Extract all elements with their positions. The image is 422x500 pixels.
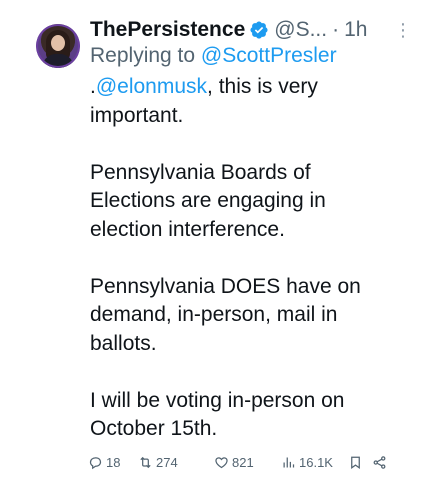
views-button[interactable]: 16.1K bbox=[281, 451, 333, 473]
repost-icon bbox=[140, 456, 151, 468]
reply-button[interactable]: 18 bbox=[88, 451, 120, 473]
repost-button[interactable]: 274 bbox=[138, 451, 178, 473]
avatar[interactable] bbox=[36, 24, 80, 68]
replying-to-link[interactable]: @ScottPresler bbox=[201, 44, 337, 67]
replying-prefix: Replying to bbox=[90, 44, 196, 67]
mention-link[interactable]: @elonmusk bbox=[96, 75, 207, 98]
bookmark-button[interactable] bbox=[348, 451, 363, 473]
views-icon bbox=[283, 457, 295, 467]
paragraph: .@elonmusk, this is very important. bbox=[90, 73, 390, 130]
paragraph: Pennsylvania Boards of Elections are eng… bbox=[90, 160, 326, 241]
reply-count: 18 bbox=[106, 454, 121, 470]
paragraph: Pennsylvania DOES have on demand, in-per… bbox=[90, 274, 361, 355]
share-button[interactable] bbox=[372, 451, 387, 473]
action-bar: 18 274 821 16.1K bbox=[86, 451, 396, 473]
handle[interactable]: @S... bbox=[274, 18, 327, 42]
like-count: 821 bbox=[232, 454, 254, 470]
verified-badge-icon bbox=[249, 20, 269, 40]
replying-to: Replying to @ScottPresler bbox=[90, 44, 337, 68]
share-icon bbox=[373, 455, 386, 469]
reply-icon bbox=[89, 456, 102, 469]
repost-count: 274 bbox=[156, 454, 178, 470]
paragraph: I will be voting in-person on October 15… bbox=[90, 388, 345, 441]
views-count: 16.1K bbox=[299, 454, 333, 470]
display-name[interactable]: ThePersistence bbox=[90, 18, 245, 42]
like-button[interactable]: 821 bbox=[214, 451, 254, 473]
separator: · bbox=[332, 18, 340, 41]
more-options-icon[interactable]: ⋮ bbox=[394, 20, 412, 41]
heart-icon bbox=[215, 456, 228, 468]
timestamp[interactable]: 1h bbox=[344, 18, 367, 42]
bookmark-icon bbox=[351, 456, 360, 469]
tweet-header: ThePersistence @S... · 1h ⋮ bbox=[90, 16, 412, 44]
tweet-text: .@elonmusk, this is very important. Penn… bbox=[90, 73, 390, 444]
tweet: ThePersistence @S... · 1h ⋮ Replying to … bbox=[0, 0, 422, 500]
